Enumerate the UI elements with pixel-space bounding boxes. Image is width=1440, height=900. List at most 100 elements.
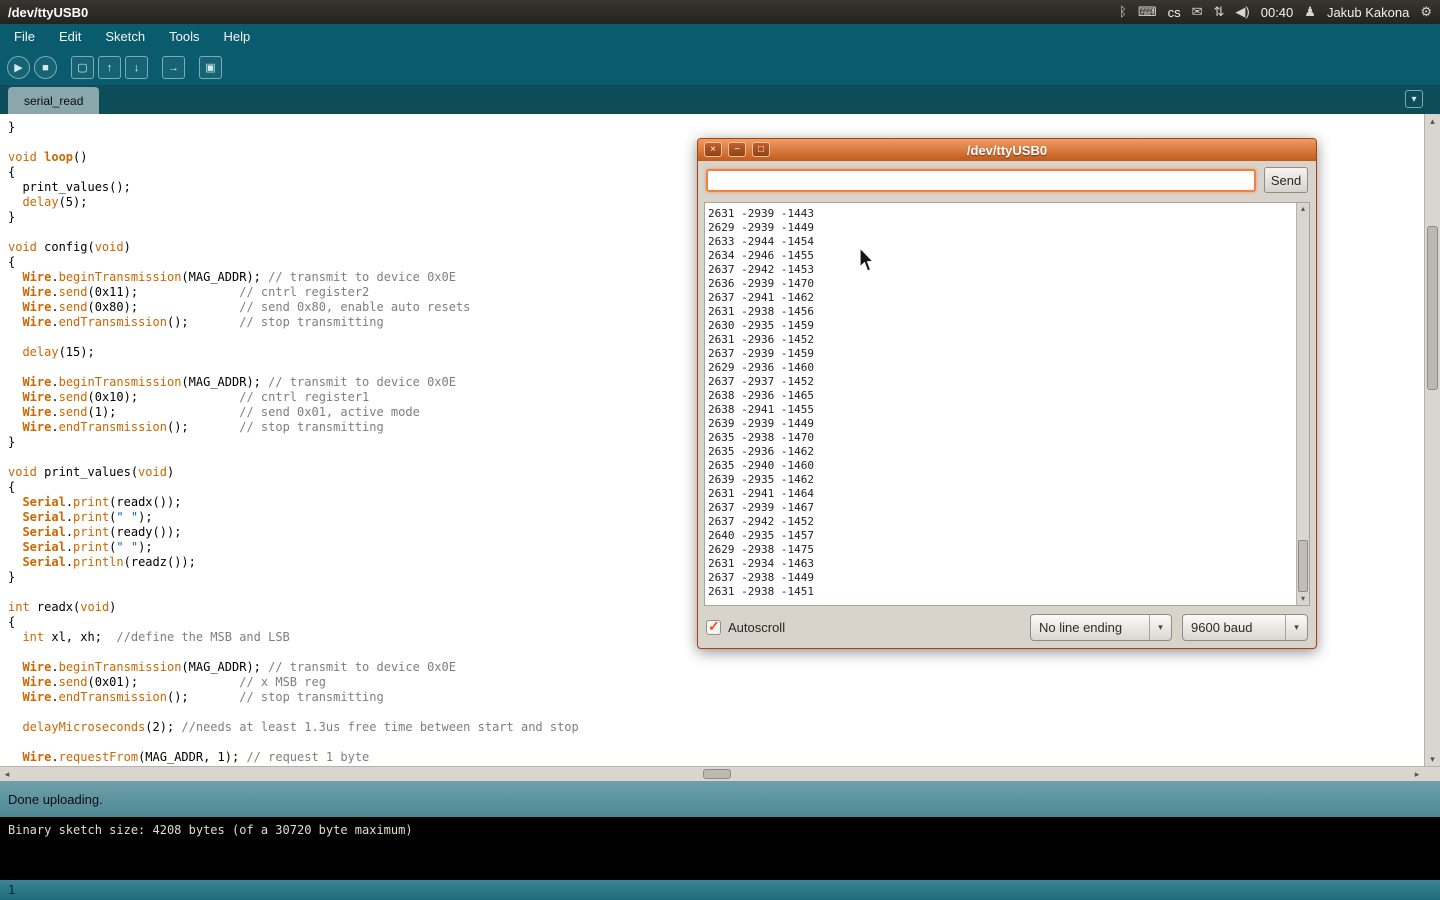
serial-monitor-title: /dev/ttyUSB0 xyxy=(967,143,1047,158)
send-button[interactable]: Send xyxy=(1264,167,1308,193)
open-sketch-button[interactable]: ↑ xyxy=(98,56,121,79)
serial-line: 2638 -2936 -1465 xyxy=(708,389,1294,403)
serial-line: 2637 -2937 -1452 xyxy=(708,375,1294,389)
baud-rate-value: 9600 baud xyxy=(1183,620,1285,635)
window-controls: × − □ xyxy=(704,142,770,157)
serial-line: 2629 -2938 -1475 xyxy=(708,543,1294,557)
minimize-button[interactable]: − xyxy=(728,142,746,157)
close-icon: × xyxy=(710,144,716,155)
keyboard-icon[interactable]: ⌨ xyxy=(1138,0,1157,24)
scroll-down-icon[interactable]: ▾ xyxy=(1297,593,1309,605)
bluetooth-icon[interactable]: ᛒ xyxy=(1119,0,1127,24)
scroll-up-icon[interactable]: ▴ xyxy=(1297,203,1309,215)
panel-window-title: /dev/ttyUSB0 xyxy=(8,5,88,20)
autoscroll-checkbox[interactable]: ✓ xyxy=(706,620,721,635)
serial-line: 2635 -2940 -1460 xyxy=(708,459,1294,473)
verify-button[interactable]: ▶ xyxy=(7,56,30,79)
serial-line: 2631 -2938 -1456 xyxy=(708,305,1294,319)
keyboard-layout-label[interactable]: cs xyxy=(1168,5,1181,20)
new-sketch-button[interactable]: ▢ xyxy=(71,56,94,79)
clock[interactable]: 00:40 xyxy=(1261,5,1294,20)
code-line: Wire.requestFrom(MAG_ADDR, 1); // reques… xyxy=(8,750,1424,765)
menu-tools[interactable]: Tools xyxy=(157,24,211,50)
autoscroll-label: Autoscroll xyxy=(728,620,785,635)
user-name[interactable]: Jakub Kakona xyxy=(1327,5,1409,20)
serial-line: 2635 -2938 -1470 xyxy=(708,431,1294,445)
editor-horizontal-scrollbar[interactable]: ◂ ▸ xyxy=(0,766,1440,781)
minimize-icon: − xyxy=(734,144,740,155)
serial-line: 2637 -2942 -1453 xyxy=(708,263,1294,277)
serial-line: 2629 -2939 -1449 xyxy=(708,221,1294,235)
tab-bar: serial_read ▾ xyxy=(0,85,1440,114)
serial-line: 2631 -2934 -1463 xyxy=(708,557,1294,571)
volume-icon[interactable]: ◀) xyxy=(1235,0,1249,24)
maximize-button[interactable]: □ xyxy=(752,142,770,157)
serial-line: 2631 -2939 -1443 xyxy=(708,207,1294,221)
line-number-strip: 1 xyxy=(0,880,1440,900)
upload-button[interactable]: → xyxy=(162,56,185,79)
editor-vertical-scrollbar[interactable]: ▴ ▾ xyxy=(1424,114,1440,766)
serial-line: 2639 -2935 -1462 xyxy=(708,473,1294,487)
serial-line: 2638 -2941 -1455 xyxy=(708,403,1294,417)
code-line xyxy=(8,705,1424,720)
serial-input-row: Send xyxy=(706,166,1308,194)
menu-edit[interactable]: Edit xyxy=(47,24,93,50)
menu-file[interactable]: File xyxy=(2,24,47,50)
baud-rate-dropdown[interactable]: 9600 baud ▾ xyxy=(1182,614,1308,641)
serial-line: 2637 -2938 -1449 xyxy=(708,571,1294,585)
serial-input[interactable] xyxy=(706,169,1256,192)
serial-output-area[interactable]: 2631 -2939 -14432629 -2939 -14492633 -29… xyxy=(704,202,1310,606)
toolbar: ▶■ ▢↑↓ → ▣ xyxy=(0,50,1440,85)
session-menu-icon[interactable]: ⚙ xyxy=(1420,0,1432,24)
serial-line: 2637 -2941 -1462 xyxy=(708,291,1294,305)
code-line: } xyxy=(8,120,1424,135)
menubar: FileEditSketchToolsHelp xyxy=(0,24,1440,50)
line-ending-dropdown[interactable]: No line ending ▾ xyxy=(1030,614,1172,641)
status-text: Done uploading. xyxy=(8,792,103,807)
stop-button[interactable]: ■ xyxy=(34,56,57,79)
panel-indicators: ᛒ ⌨ cs ✉ ⇅ ◀) 00:40 ♟ Jakub Kakona ⚙ xyxy=(1119,0,1432,24)
code-line: Wire.endTransmission(); // stop transmit… xyxy=(8,690,1424,705)
serial-monitor-button[interactable]: ▣ xyxy=(199,56,222,79)
serial-line: 2637 -2939 -1459 xyxy=(708,347,1294,361)
vertical-scrollbar-thumb[interactable] xyxy=(1427,226,1438,390)
scroll-left-icon[interactable]: ◂ xyxy=(0,767,14,781)
serial-monitor-window: /dev/ttyUSB0 × − □ Send 2631 -2939 -1443… xyxy=(697,138,1317,649)
code-line: delayMicroseconds(2); //needs at least 1… xyxy=(8,720,1424,735)
tab-menu-icon: ▾ xyxy=(1411,94,1416,105)
serial-monitor-titlebar[interactable]: /dev/ttyUSB0 xyxy=(698,139,1316,161)
serial-line: 2630 -2935 -1459 xyxy=(708,319,1294,333)
menu-sketch[interactable]: Sketch xyxy=(93,24,157,50)
scroll-down-icon[interactable]: ▾ xyxy=(1425,752,1440,766)
system-panel: /dev/ttyUSB0 ᛒ ⌨ cs ✉ ⇅ ◀) 00:40 ♟ Jakub Kakona ⚙ xyxy=(0,0,1440,24)
console-text: Binary sketch size: 4208 bytes (of a 307… xyxy=(8,823,413,837)
scroll-up-icon[interactable]: ▴ xyxy=(1425,114,1440,128)
mail-icon[interactable]: ✉ xyxy=(1192,0,1203,24)
serial-output-scrollbar[interactable]: ▴ ▾ xyxy=(1296,203,1309,605)
menu-help[interactable]: Help xyxy=(211,24,262,50)
serial-scrollbar-thumb[interactable] xyxy=(1298,540,1308,592)
scroll-right-icon[interactable]: ▸ xyxy=(1410,767,1424,781)
serial-line: 2634 -2946 -1455 xyxy=(708,249,1294,263)
save-sketch-button[interactable]: ↓ xyxy=(125,56,148,79)
code-line: Wire.beginTransmission(MAG_ADDR); // tra… xyxy=(8,660,1424,675)
screen: /dev/ttyUSB0 ᛒ ⌨ cs ✉ ⇅ ◀) 00:40 ♟ Jakub Kakona ⚙… xyxy=(0,0,1440,900)
serial-line: 2631 -2936 -1452 xyxy=(708,333,1294,347)
serial-line: 2635 -2936 -1462 xyxy=(708,445,1294,459)
tab-serial-read[interactable]: serial_read xyxy=(8,87,99,114)
code-line: Wire.send(0x01); // x MSB reg xyxy=(8,675,1424,690)
network-traffic-icon[interactable]: ⇅ xyxy=(1214,0,1225,24)
tab-menu-button[interactable]: ▾ xyxy=(1405,90,1423,108)
serial-monitor-controls: ✓ Autoscroll No line ending ▾ 9600 baud … xyxy=(706,613,1308,641)
status-bar: Done uploading. xyxy=(0,781,1440,817)
serial-line: 2631 -2941 -1464 xyxy=(708,487,1294,501)
user-icon[interactable]: ♟ xyxy=(1304,0,1316,24)
horizontal-scrollbar-thumb[interactable] xyxy=(703,769,731,779)
chevron-down-icon: ▾ xyxy=(1285,615,1307,640)
close-button[interactable]: × xyxy=(704,142,722,157)
serial-line: 2633 -2944 -1454 xyxy=(708,235,1294,249)
serial-line: 2637 -2939 -1467 xyxy=(708,501,1294,515)
checkmark-icon: ✓ xyxy=(708,618,720,635)
serial-line: 2631 -2938 -1451 xyxy=(708,585,1294,599)
serial-line: 2640 -2935 -1457 xyxy=(708,529,1294,543)
